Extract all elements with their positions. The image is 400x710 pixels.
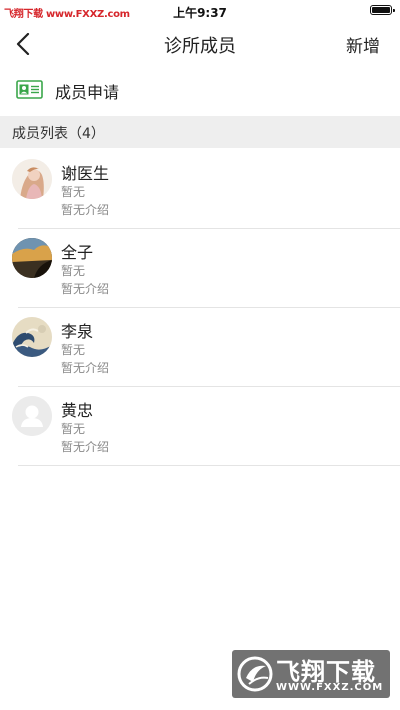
divider — [18, 465, 400, 466]
member-apply-item[interactable]: 成员申请 — [0, 70, 400, 110]
add-member-button[interactable]: 新增 — [346, 32, 380, 57]
member-apply-label: 成员申请 — [55, 83, 120, 102]
chevron-left-icon — [16, 33, 30, 55]
member-list: 谢医生 暂无 暂无介绍 全子 暂无 暂无介绍 李泉 暂无 暂无介绍 黄忠 暂无 … — [0, 150, 400, 466]
wave-painting-avatar — [12, 317, 52, 357]
member-name: 黄忠 — [61, 401, 94, 420]
member-row[interactable]: 全子 暂无 暂无介绍 — [0, 229, 400, 308]
watermark-url: WWW.FXXZ.COM — [276, 682, 384, 693]
member-title: 暂无 — [61, 185, 86, 199]
member-intro: 暂无介绍 — [61, 440, 110, 454]
member-list-header: 成员列表（4） — [0, 116, 400, 148]
status-time: 上午9:37 — [173, 6, 227, 20]
member-row[interactable]: 谢医生 暂无 暂无介绍 — [0, 150, 400, 229]
member-title: 暂无 — [61, 422, 86, 436]
member-intro: 暂无介绍 — [61, 203, 110, 217]
member-list-title: 成员列表（4） — [12, 126, 105, 142]
member-name: 李泉 — [61, 322, 94, 341]
page-title: 诊所成员 — [164, 36, 236, 57]
fxxz-logo-icon — [236, 654, 274, 698]
member-name: 谢医生 — [61, 164, 110, 183]
member-intro: 暂无介绍 — [61, 361, 110, 375]
photo-woman-avatar — [12, 159, 52, 199]
member-title: 暂无 — [61, 343, 86, 357]
back-button[interactable] — [10, 24, 42, 64]
battery-icon — [370, 5, 395, 15]
default-person-avatar — [12, 396, 52, 436]
status-bar: 飞翔下载 www.FXXZ.com 上午9:37 — [0, 0, 400, 22]
site-watermark: 飞翔下载 WWW.FXXZ.COM — [232, 650, 390, 698]
member-row[interactable]: 李泉 暂无 暂无介绍 — [0, 308, 400, 387]
member-intro: 暂无介绍 — [61, 282, 110, 296]
member-name: 全子 — [61, 243, 94, 262]
member-row[interactable]: 黄忠 暂无 暂无介绍 — [0, 387, 400, 466]
id-card-icon — [16, 80, 43, 103]
member-title: 暂无 — [61, 264, 86, 278]
nav-bar: 诊所成员 新增 — [0, 22, 400, 66]
landscape-avatar — [12, 238, 52, 278]
